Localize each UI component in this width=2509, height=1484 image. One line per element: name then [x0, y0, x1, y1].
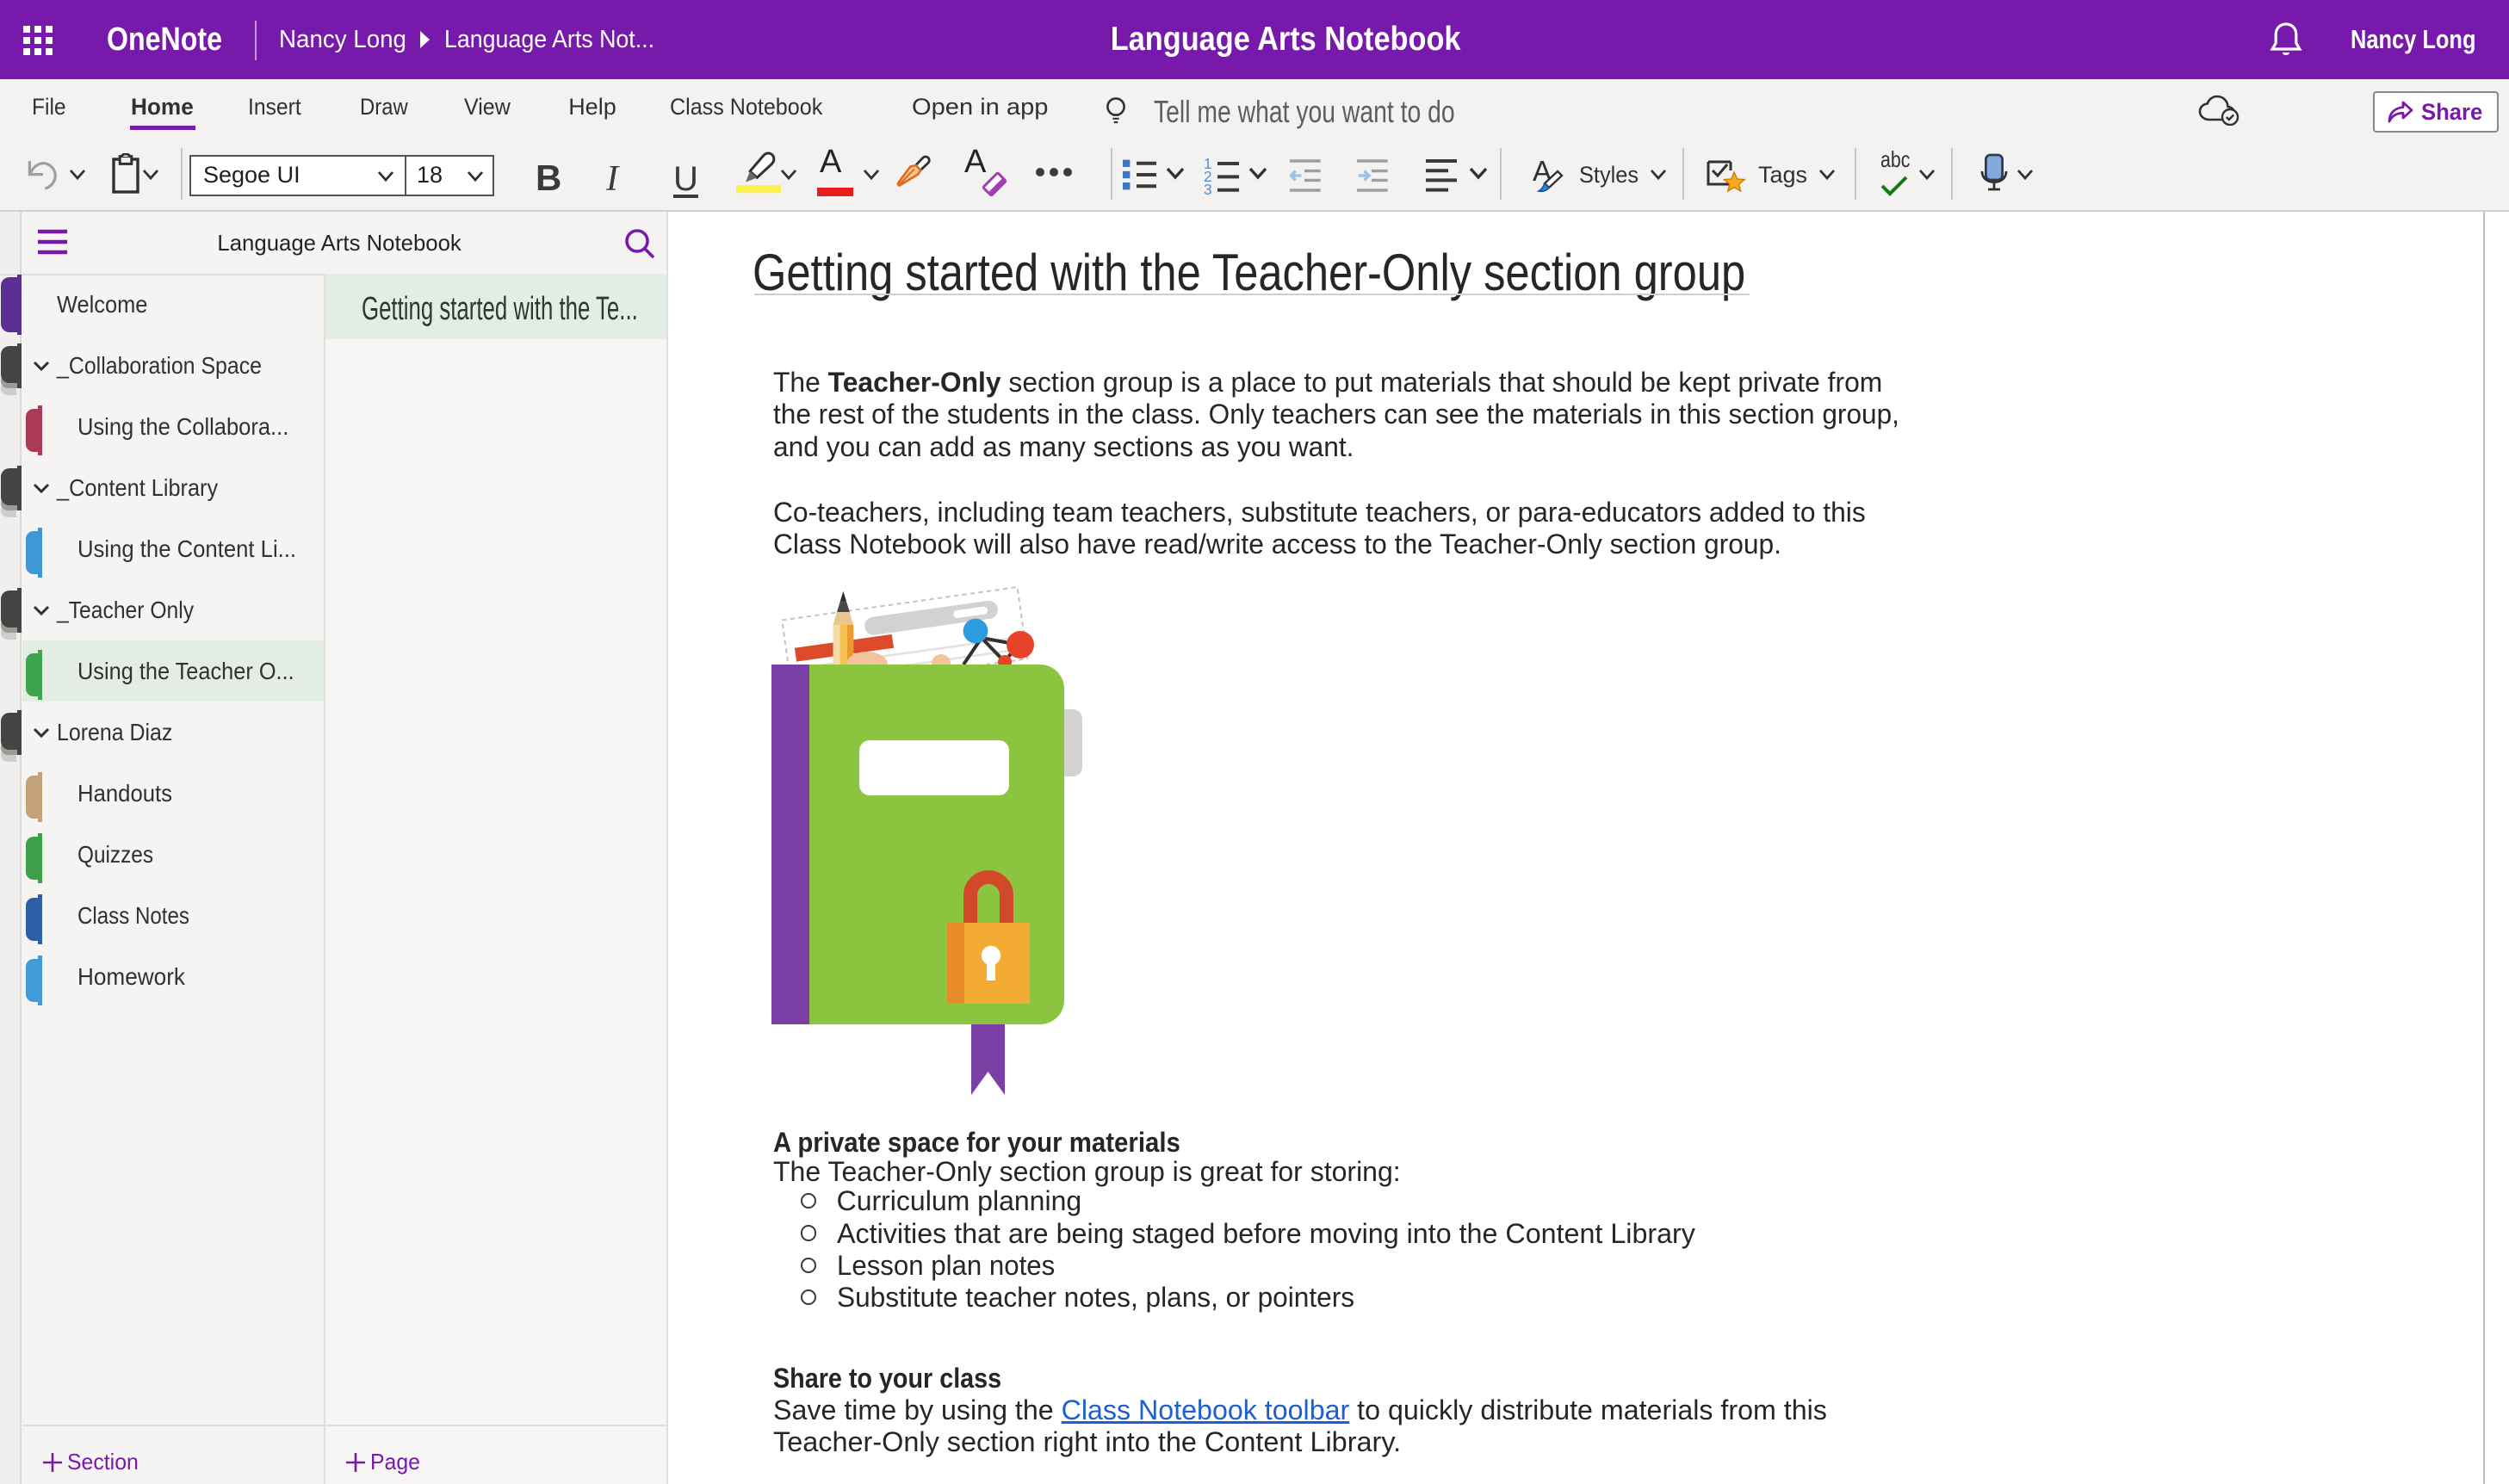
svg-text:3: 3: [1204, 181, 1212, 195]
